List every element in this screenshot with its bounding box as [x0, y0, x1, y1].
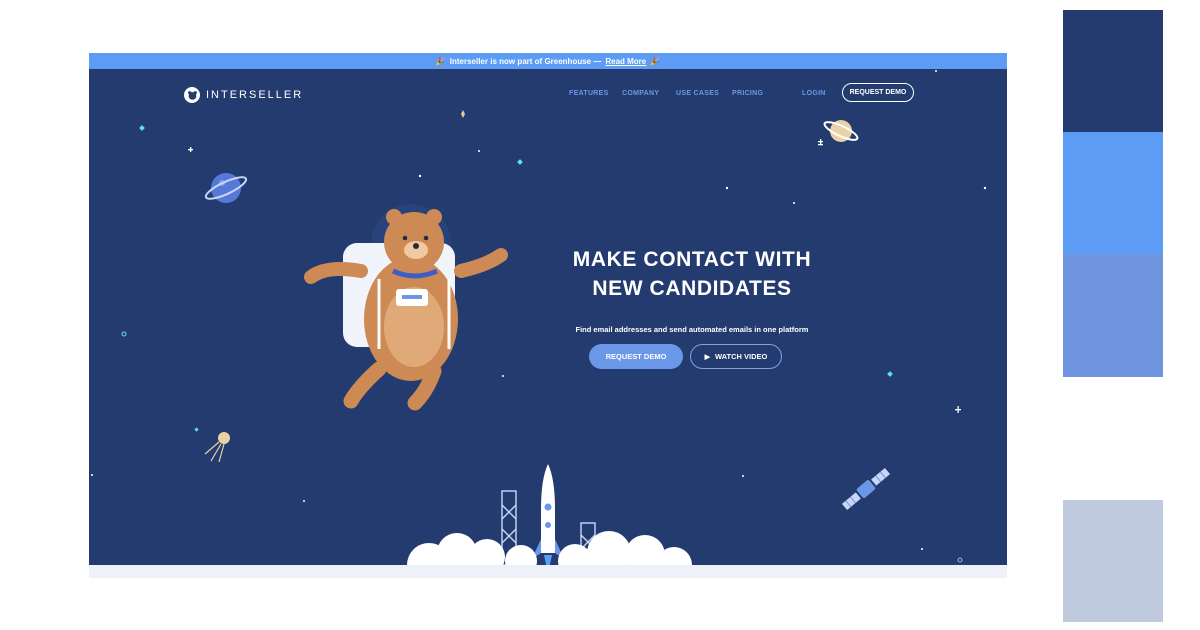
- website-screenshot: 🎉 Interseller is now part of Greenhouse …: [89, 53, 1007, 578]
- rocket-icon: [532, 464, 564, 565]
- star-icon: [303, 500, 305, 502]
- star-icon: [820, 139, 822, 144]
- nav-use-cases[interactable]: USE CASES: [676, 90, 719, 97]
- headline-line-1: MAKE CONTACT WITH: [572, 248, 812, 271]
- interseller-logo[interactable]: INTERSELLER: [184, 87, 303, 103]
- announcement-banner: 🎉 Interseller is now part of Greenhouse …: [89, 53, 1007, 69]
- page-bottom-strip: [89, 565, 1007, 578]
- party-icon: 🎉: [650, 56, 661, 66]
- star-icon: [461, 110, 465, 118]
- star-icon: [478, 150, 480, 152]
- nav-features[interactable]: FEATURES: [569, 90, 609, 97]
- star-icon: [957, 406, 959, 413]
- star-icon: [190, 147, 192, 152]
- color-swatch-gray: [1063, 500, 1163, 622]
- nav-company[interactable]: COMPANY: [622, 90, 659, 97]
- color-swatch-periwinkle: [1063, 254, 1163, 377]
- star-icon: [983, 186, 987, 190]
- star-icon: [887, 371, 893, 377]
- logo-text: INTERSELLER: [206, 89, 304, 101]
- star-icon: [742, 475, 744, 477]
- color-swatch-blue: [1063, 132, 1163, 254]
- nav-pricing[interactable]: PRICING: [732, 90, 763, 97]
- header-request-demo-button[interactable]: REQUEST DEMO: [842, 83, 914, 102]
- rocket-launch: [407, 464, 692, 565]
- read-more-link[interactable]: Read More: [605, 57, 646, 66]
- sputnik-icon: [204, 432, 230, 463]
- bear-logo-icon: [184, 87, 200, 103]
- star-icon: [921, 548, 923, 550]
- stars: [91, 70, 987, 550]
- planet-icon: [823, 120, 859, 142]
- hero-subtitle: Find email addresses and send automated …: [575, 325, 809, 334]
- planet-icon: [204, 173, 248, 203]
- banner-text: Interseller is now part of Greenhouse —: [449, 56, 602, 66]
- hero-headline: MAKE CONTACT WITH NEW CANDIDATES: [529, 245, 855, 303]
- star-icon: [418, 174, 422, 178]
- headline-line-2: NEW CANDIDATES: [592, 277, 792, 300]
- star-icon: [725, 186, 729, 190]
- star-icon: [91, 474, 93, 476]
- star-icon: [818, 144, 823, 146]
- party-icon: 🎉: [435, 56, 446, 66]
- star-icon: [935, 70, 937, 72]
- hero-section: INTERSELLER FEATURES COMPANY USE CASES P…: [89, 69, 1007, 565]
- star-icon: [194, 427, 199, 432]
- star-icon: [793, 202, 795, 204]
- color-swatch-navy: [1063, 10, 1163, 132]
- star-icon: [121, 331, 127, 337]
- star-icon: [502, 375, 504, 377]
- satellite-icon: [841, 467, 891, 511]
- star-icon: [139, 125, 145, 131]
- watch-video-button[interactable]: ▶ WATCH VIDEO: [690, 344, 782, 369]
- star-icon: [957, 557, 963, 563]
- star-icon: [517, 159, 523, 165]
- space-illustration: [91, 70, 987, 565]
- play-icon: ▶: [704, 353, 710, 361]
- bear-astronaut-icon: [304, 204, 508, 411]
- watch-video-label: WATCH VIDEO: [715, 352, 768, 361]
- hero-request-demo-button[interactable]: REQUEST DEMO: [589, 344, 683, 369]
- nav-login[interactable]: LOGIN: [802, 90, 826, 97]
